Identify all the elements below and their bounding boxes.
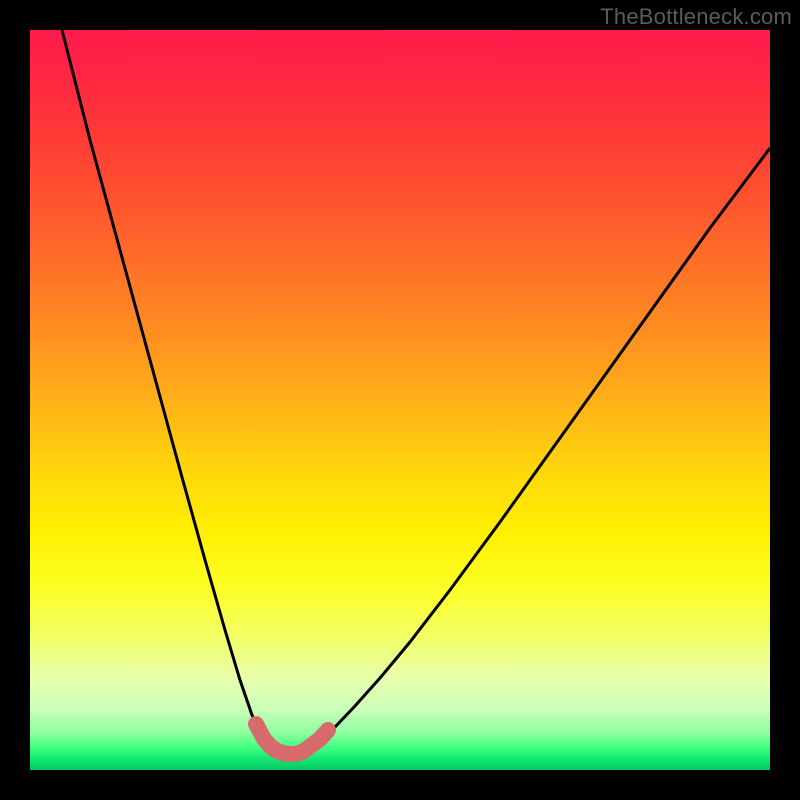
valley-highlight bbox=[256, 724, 328, 754]
watermark-text: TheBottleneck.com bbox=[600, 4, 792, 30]
outer-frame: TheBottleneck.com bbox=[0, 0, 800, 800]
bottleneck-curve bbox=[62, 30, 770, 754]
curve-layer bbox=[30, 30, 770, 770]
plot-area bbox=[30, 30, 770, 770]
